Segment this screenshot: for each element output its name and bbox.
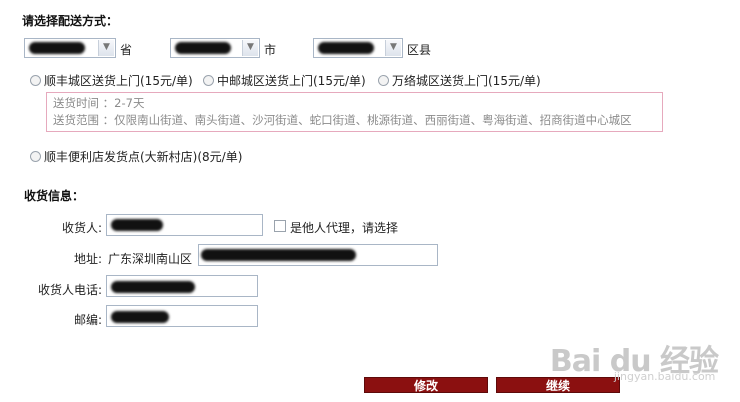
chevron-down-icon: ▼ — [242, 40, 258, 56]
receiver-name-label: 收货人: — [61, 221, 102, 235]
city-suffix: 市 — [264, 43, 277, 57]
province-select[interactable]: ▼ — [24, 38, 116, 58]
delivery-info-box: 送货时间 ：2-7天 送货范围 ：仅限南山街道、南头街道、沙河街道、蛇口街道、桃… — [46, 92, 663, 132]
radio-button[interactable] — [30, 151, 41, 162]
delivery-time-text: 送货时间 ：2-7天 — [53, 96, 145, 110]
pickup-option-label: 顺丰便利店发货点(大新村店)(8元/单) — [44, 150, 243, 164]
postcode-label: 邮编: — [73, 313, 102, 327]
city-select-value-redacted — [175, 42, 231, 54]
delivery-option-label: 中邮城区送货上门(15元/单) — [217, 74, 366, 88]
phone-input[interactable] — [106, 275, 258, 297]
watermark-url: jingyan.baidu.com — [613, 370, 716, 383]
receiver-title: 收货信息： — [24, 189, 85, 203]
delivery-option-pickup[interactable]: 顺丰便利店发货点(大新村店)(8元/单) — [30, 148, 242, 165]
phone-label: 收货人电话: — [37, 283, 102, 297]
delivery-range-text: 送货范围 ：仅限南山街道、南头街道、沙河街道、蛇口街道、桃源街道、西丽街道、粤海… — [53, 113, 632, 127]
delivery-option-label: 顺丰城区送货上门(15元/单) — [44, 74, 193, 88]
province-select-value-redacted — [29, 42, 85, 54]
province-suffix: 省 — [120, 43, 133, 57]
delivery-option-sf[interactable]: 顺丰城区送货上门(15元/单) — [30, 72, 193, 89]
radio-button[interactable] — [378, 75, 389, 86]
radio-button[interactable] — [203, 75, 214, 86]
address-input[interactable] — [198, 244, 438, 266]
chevron-down-icon: ▼ — [98, 40, 114, 56]
proxy-checkbox[interactable] — [274, 220, 286, 232]
delivery-option-ems[interactable]: 中邮城区送货上门(15元/单) — [203, 72, 366, 89]
redacted-value — [111, 311, 169, 323]
delivery-option-label: 万络城区送货上门(15元/单) — [392, 74, 541, 88]
district-select-value-redacted — [318, 42, 374, 54]
delivery-title: 请选择配送方式： — [22, 14, 119, 28]
redacted-value — [111, 219, 163, 231]
redacted-value — [201, 249, 356, 261]
chevron-down-icon: ▼ — [385, 40, 401, 56]
redacted-value — [111, 281, 195, 293]
modify-button[interactable]: 修改 — [364, 377, 488, 393]
baidu-watermark-logo: Bai du 经验 jingyan.baidu.com — [550, 336, 719, 383]
proxy-checkbox-label: 是他人代理，请选择 — [290, 221, 399, 235]
receiver-name-input[interactable] — [106, 214, 263, 236]
postcode-input[interactable] — [106, 305, 258, 327]
district-select[interactable]: ▼ — [313, 38, 403, 58]
delivery-option-wanluo[interactable]: 万络城区送货上门(15元/单) — [378, 72, 541, 89]
city-select[interactable]: ▼ — [170, 38, 260, 58]
address-label: 地址: — [73, 252, 102, 266]
district-suffix: 区县 — [407, 43, 432, 57]
address-prefix: 广东深圳南山区 — [108, 252, 193, 266]
radio-button[interactable] — [30, 75, 41, 86]
